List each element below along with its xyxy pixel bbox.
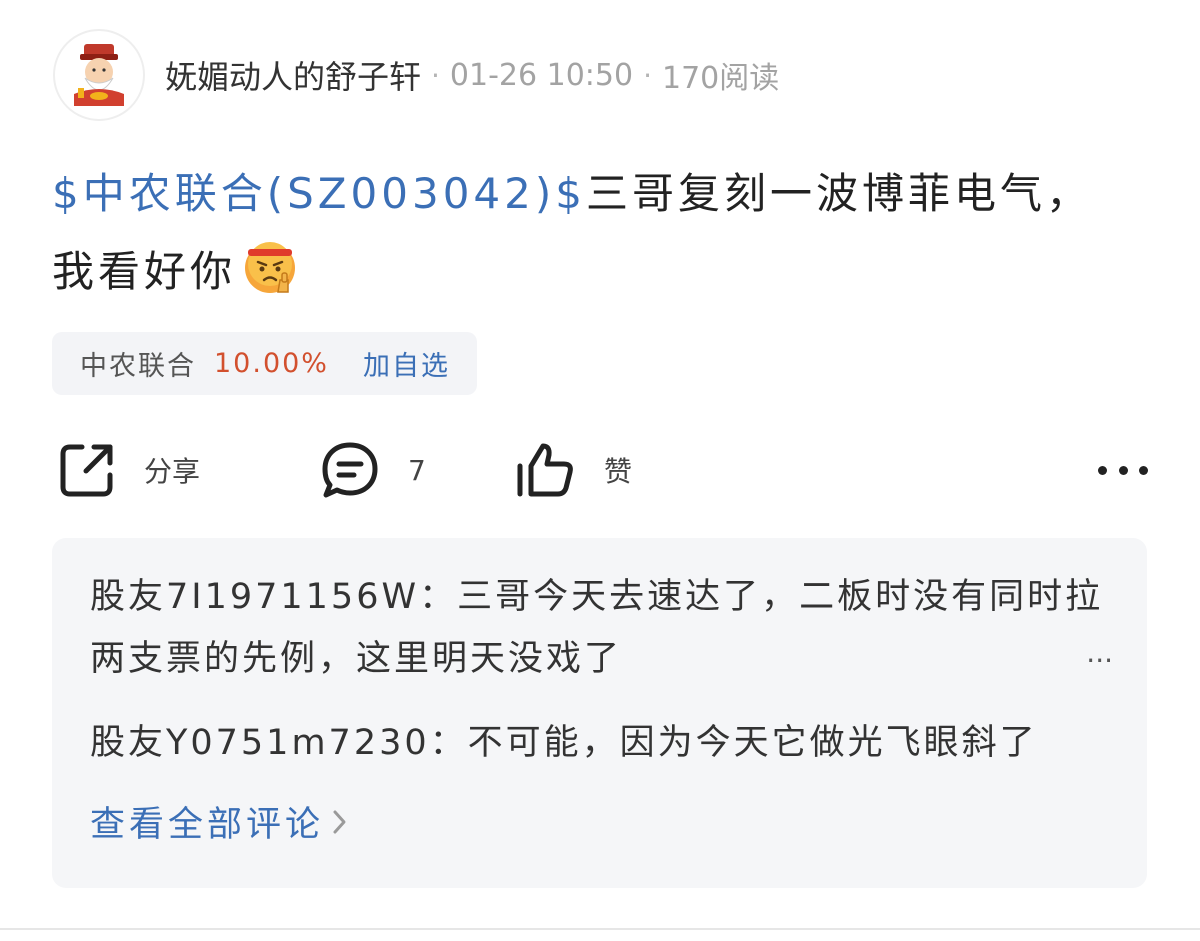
angry-thumbs-up-emoji-icon — [242, 240, 298, 321]
share-label: 分享 — [144, 455, 201, 488]
action-bar: 分享 7 赞 — [58, 438, 1148, 502]
comments-panel: 股友7I1971156W：三哥今天去速达了，二板时没有同时拉两支票的先例，这里明… — [52, 538, 1147, 888]
meta-separator: · — [643, 58, 652, 92]
post-time: 01-26 10:50 — [449, 57, 634, 93]
avatar-god-of-wealth-icon — [74, 44, 124, 106]
meta-separator: · — [431, 58, 440, 92]
comment-item[interactable]: 股友Y0751m7230：不可能，因为今天它做光飞眼斜了 — [90, 712, 1107, 774]
post-body: $中农联合(SZ003042)$三哥复刻一波博菲电气，我看好你 — [52, 155, 1102, 321]
comment-count: 7 — [408, 453, 426, 487]
like-label: 赞 — [604, 455, 633, 488]
stock-card[interactable]: 中农联合 10.00% 加自选 — [52, 332, 477, 395]
more-options-icon[interactable] — [1098, 452, 1148, 488]
comment-text: 不可能，因为今天它做光飞眼斜了 — [467, 723, 1038, 763]
read-count: 170阅读 — [662, 61, 780, 96]
like-button[interactable]: 赞 — [516, 438, 632, 502]
comment-more-ellipsis[interactable]: ... — [1086, 622, 1113, 684]
view-all-comments-label: 查看全部评论 — [90, 805, 325, 845]
add-to-watchlist-button[interactable]: 加自选 — [363, 344, 450, 383]
comment-author[interactable]: 股友7I1971156W： — [90, 577, 457, 617]
chevron-right-icon — [333, 810, 346, 833]
comment-icon — [322, 442, 378, 498]
share-button[interactable]: 分享 — [58, 438, 200, 502]
post-meta: 妩媚动人的舒子轩 · 01-26 10:50 · 170阅读 — [165, 52, 779, 98]
stock-change: 10.00% — [214, 348, 329, 379]
username[interactable]: 妩媚动人的舒子轩 — [165, 52, 421, 98]
comment-button[interactable]: 7 — [320, 438, 426, 502]
comment-item[interactable]: 股友7I1971156W：三哥今天去速达了，二板时没有同时拉两支票的先例，这里明… — [90, 566, 1113, 690]
comment-author[interactable]: 股友Y0751m7230： — [90, 723, 468, 763]
divider — [0, 928, 1200, 930]
avatar[interactable] — [53, 29, 145, 121]
stock-name: 中农联合 — [80, 351, 196, 382]
share-icon — [60, 444, 113, 497]
stock-link[interactable]: $中农联合(SZ003042)$ — [52, 169, 586, 218]
thumbs-up-icon — [517, 443, 573, 497]
post-header: 妩媚动人的舒子轩 · 01-26 10:50 · 170阅读 — [53, 27, 779, 123]
view-all-comments-link[interactable]: 查看全部评论 — [90, 796, 348, 847]
